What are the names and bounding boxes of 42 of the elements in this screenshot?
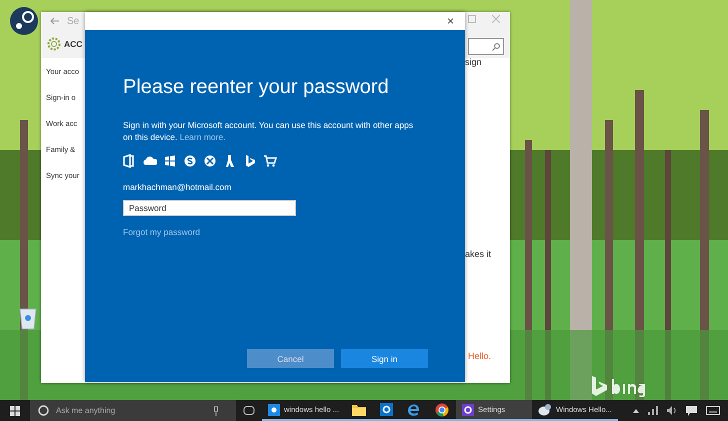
close-button[interactable]: ×	[444, 14, 457, 28]
xbox-icon	[203, 154, 217, 168]
body-text: akes it	[465, 249, 492, 259]
window-title: Se	[67, 16, 80, 26]
recycle-bin-icon[interactable]	[18, 306, 38, 330]
skype-icon	[183, 154, 197, 168]
description-text: Sign in with your Microsoft account. You can use this account with other apps on this device. Learn more.	[123, 119, 414, 143]
figure-icon	[223, 154, 237, 168]
search-box[interactable]: Ask me anything	[30, 400, 236, 421]
taskbar-app-button[interactable]	[373, 400, 400, 421]
search-field[interactable]: Ask me anything	[56, 406, 206, 415]
volume-icon[interactable]	[667, 406, 677, 415]
folder-icon[interactable]	[352, 404, 366, 416]
cart-icon	[263, 154, 277, 168]
notification-icon[interactable]	[686, 406, 697, 416]
gear-icon	[47, 37, 61, 51]
body-text: sign	[465, 57, 482, 67]
bird-app-icon	[538, 403, 552, 416]
microphone-icon[interactable]	[213, 406, 219, 416]
password-field[interactable]: Password	[123, 200, 296, 216]
search-icon	[492, 42, 500, 50]
search-field[interactable]	[468, 38, 504, 55]
settings-app-icon	[462, 404, 474, 416]
section-header: ACC	[64, 39, 82, 49]
account-email: markhachman@hotmail.com	[123, 182, 232, 192]
mail-app-icon[interactable]	[380, 403, 394, 416]
windows-icon	[163, 154, 177, 168]
network-icon[interactable]	[648, 406, 658, 415]
browser-e-icon[interactable]	[407, 402, 422, 416]
back-arrow-icon[interactable]	[50, 17, 59, 25]
circle-icon	[38, 405, 49, 416]
browser-ball-icon[interactable]	[435, 402, 450, 416]
office-icon	[123, 154, 137, 168]
sign-in-button[interactable]: Sign in	[341, 349, 428, 368]
cloud-icon	[143, 154, 157, 168]
app-window-icon	[268, 404, 280, 416]
task-view-icon[interactable]	[243, 406, 255, 415]
dialog-title: Please reenter your password	[123, 76, 390, 99]
bing-icon	[243, 154, 257, 168]
caret-icon[interactable]	[633, 408, 639, 412]
windows-icon	[10, 406, 20, 416]
keyboard-icon[interactable]	[706, 406, 720, 415]
